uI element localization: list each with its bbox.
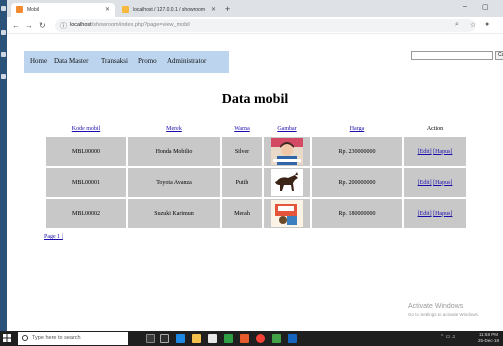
windows-start-icon[interactable] [3, 334, 11, 342]
cell-kode: MBL00001 [46, 168, 126, 197]
site-info-icon[interactable]: ⓘ [60, 21, 67, 31]
cortana-icon [22, 335, 28, 341]
hapus-link[interactable]: [Hapus] [433, 149, 452, 155]
edit-link[interactable]: [Edit] [418, 149, 432, 155]
close-tab-icon[interactable]: ✕ [211, 6, 216, 13]
system-clock[interactable]: 11:58 PM 25-Dec-18 [478, 332, 499, 344]
new-tab-icon[interactable]: + [225, 4, 230, 14]
nav-transaksi[interactable]: Transaksi [101, 57, 128, 65]
app-icon[interactable] [224, 334, 233, 343]
table-row: MBL00002 Suzuki Karimun Merah Rp. 180000… [46, 199, 466, 228]
table-row: MBL00000 Honda Mobilio Silver Rp. 230000… [46, 137, 466, 166]
nav-promo[interactable]: Promo [138, 57, 157, 65]
header-gambar[interactable]: Gambar [277, 126, 296, 132]
hapus-link[interactable]: [Hapus] [433, 180, 452, 186]
store-icon[interactable] [208, 334, 217, 343]
forward-icon[interactable]: → [25, 21, 33, 30]
header-merek[interactable]: Merek [166, 126, 182, 132]
car-image [271, 200, 303, 227]
chrome-icon[interactable] [256, 334, 265, 343]
header-warna[interactable]: Warna [234, 126, 250, 132]
table-row: MBL00001 Toyota Avanza Putih Rp. 2000000… [46, 168, 466, 197]
cell-merek: Toyota Avanza [128, 168, 220, 197]
mobil-table: Kode mobil Merek Warna Gambar Harga Acti… [44, 121, 468, 230]
cell-warna: Silver [222, 137, 262, 166]
search-input[interactable] [411, 51, 493, 60]
microphone-icon[interactable] [146, 334, 155, 343]
word-icon[interactable] [288, 334, 297, 343]
edit-link[interactable]: [Edit] [418, 211, 432, 217]
browser-toolbar: ← → ↻ ⓘ localhost/showroom/index.php?pag… [7, 17, 503, 34]
xampp-icon[interactable] [240, 334, 249, 343]
desktop-icon[interactable] [1, 30, 6, 35]
taskbar-search-placeholder: Type here to search [32, 335, 81, 341]
account-icon[interactable]: ● [485, 21, 489, 28]
tab-phpmyadmin[interactable]: localhost / 127.0.0.1 / showroom ✕ [117, 3, 221, 17]
site-nav: Home Data Master Transaksi Promo Adminis… [24, 51, 229, 73]
nav-home[interactable]: Home [30, 57, 47, 65]
cell-gambar [264, 168, 310, 197]
phpmyadmin-favicon-icon [122, 6, 129, 13]
maximize-icon[interactable]: ▢ [482, 3, 489, 11]
tray-icons[interactable]: ⌃ ▭ ♫ [440, 334, 455, 340]
screen: Mobil ✕ localhost / 127.0.0.1 / showroom… [0, 0, 503, 346]
cell-harga: Rp. 180000000 [312, 199, 402, 228]
car-image [271, 138, 303, 165]
pagination-link[interactable]: Page 1 | [44, 234, 63, 240]
watermark-title: Activate Windows [408, 303, 464, 310]
watermark-subtitle: Go to Settings to activate Windows. [408, 312, 480, 317]
cell-gambar [264, 199, 310, 228]
minimize-icon[interactable]: – [463, 3, 467, 10]
desktop-icon[interactable] [1, 74, 6, 79]
sublime-icon[interactable] [272, 334, 281, 343]
nav-administrator[interactable]: Administrator [167, 57, 206, 65]
page-favicon-icon [16, 6, 23, 13]
desktop-icons-strip [0, 0, 7, 331]
cell-warna: Merah [222, 199, 262, 228]
table-header-row: Kode mobil Merek Warna Gambar Harga Acti… [46, 123, 466, 135]
header-harga[interactable]: Harga [350, 126, 365, 132]
star-icon[interactable]: ☆ [470, 21, 476, 29]
activation-watermark: Activate Windows Go to Settings to activ… [408, 303, 479, 317]
taskbar-search[interactable]: Type here to search [18, 332, 128, 345]
car-image [271, 169, 303, 196]
cell-harga: Rp. 230000000 [312, 137, 402, 166]
tab-label: localhost / 127.0.0.1 / showroom [133, 7, 205, 13]
cell-gambar [264, 137, 310, 166]
header-action: Action [426, 126, 444, 132]
zoom-icon[interactable]: ⌕ [455, 21, 459, 29]
cell-action: [Edit] [Hapus] [404, 168, 466, 197]
tab-label: Mobil [27, 7, 39, 13]
url-text: localhost/showroom/index.php?page=view_m… [70, 22, 190, 28]
cell-kode: MBL00002 [46, 199, 126, 228]
desktop-icon[interactable] [1, 52, 6, 57]
cell-merek: Honda Mobilio [128, 137, 220, 166]
web-page: Home Data Master Transaksi Promo Adminis… [7, 35, 503, 331]
clock-date: 25-Dec-18 [477, 338, 499, 343]
cell-kode: MBL00000 [46, 137, 126, 166]
hapus-link[interactable]: [Hapus] [433, 211, 452, 217]
tab-mobil[interactable]: Mobil ✕ [11, 3, 115, 17]
header-kode-mobil[interactable]: Kode mobil [72, 126, 101, 132]
cell-action: [Edit] [Hapus] [404, 137, 466, 166]
reload-icon[interactable]: ↻ [39, 21, 46, 30]
file-explorer-icon[interactable] [192, 334, 201, 343]
desktop-icon[interactable] [1, 6, 6, 11]
address-bar[interactable]: ⓘ localhost/showroom/index.php?page=view… [55, 19, 475, 32]
cell-action: [Edit] [Hapus] [404, 199, 466, 228]
page-title: Data mobil [221, 92, 289, 107]
cell-harga: Rp. 200000000 [312, 168, 402, 197]
browser-window: Mobil ✕ localhost / 127.0.0.1 / showroom… [7, 0, 503, 331]
edge-icon[interactable] [176, 334, 185, 343]
back-icon[interactable]: ← [12, 21, 20, 30]
task-view-icon[interactable] [160, 334, 169, 343]
close-tab-icon[interactable]: ✕ [105, 6, 110, 13]
nav-data-master[interactable]: Data Master [54, 57, 88, 65]
search-button[interactable]: Ca [495, 51, 503, 60]
taskbar: Type here to search ⌃ ▭ ♫ 11:58 PM 25-De… [0, 331, 503, 346]
tab-bar: Mobil ✕ localhost / 127.0.0.1 / showroom… [7, 0, 503, 17]
cell-warna: Putih [222, 168, 262, 197]
cell-merek: Suzuki Karimun [128, 199, 220, 228]
edit-link[interactable]: [Edit] [418, 180, 432, 186]
